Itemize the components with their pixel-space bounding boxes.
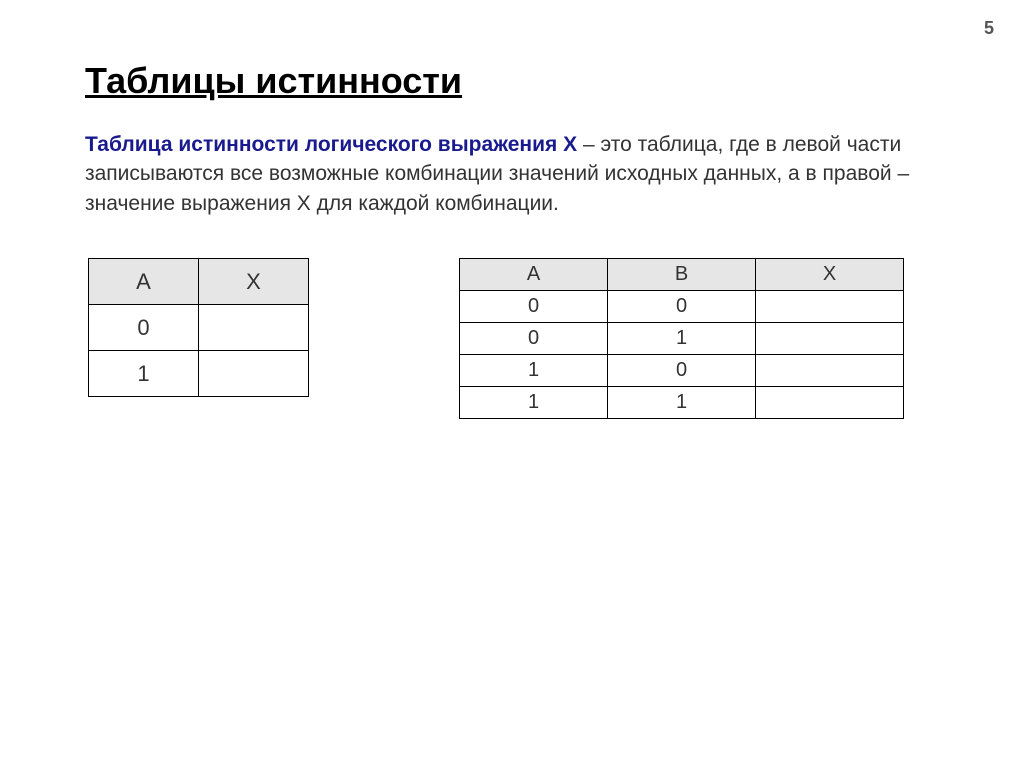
table-cell: [199, 351, 309, 397]
page-number: 5: [984, 18, 994, 39]
table-header-row: A B X: [460, 259, 904, 291]
page-title: Таблицы истинности: [85, 60, 939, 102]
table-row: 0: [89, 305, 309, 351]
tables-container: A X 0 1 A B X 0 0: [85, 258, 939, 419]
table-cell: [756, 291, 904, 323]
table-cell: 0: [89, 305, 199, 351]
table-cell: [756, 323, 904, 355]
table-row: 1 1: [460, 387, 904, 419]
table-header-cell: X: [199, 259, 309, 305]
table-row: 0 1: [460, 323, 904, 355]
table-cell: 1: [608, 387, 756, 419]
table-header-cell: X: [756, 259, 904, 291]
description-term: Таблица истинности логического выражения…: [85, 133, 577, 156]
table-cell: 0: [608, 291, 756, 323]
truth-table-two-variables: A B X 0 0 0 1 1 0 1 1: [459, 258, 904, 419]
table-cell: 1: [608, 323, 756, 355]
table-cell: 0: [460, 323, 608, 355]
table-row: 1 0: [460, 355, 904, 387]
table-cell: 1: [89, 351, 199, 397]
table-header-cell: B: [608, 259, 756, 291]
table-cell: 1: [460, 387, 608, 419]
table-header-row: A X: [89, 259, 309, 305]
table-cell: [756, 355, 904, 387]
truth-table-one-variable: A X 0 1: [88, 258, 309, 397]
table-cell: [756, 387, 904, 419]
table-row: 0 0: [460, 291, 904, 323]
table-cell: 1: [460, 355, 608, 387]
table-row: 1: [89, 351, 309, 397]
description: Таблица истинности логического выражения…: [85, 130, 939, 218]
table-cell: [199, 305, 309, 351]
table-header-cell: A: [89, 259, 199, 305]
table-cell: 0: [460, 291, 608, 323]
table-cell: 0: [608, 355, 756, 387]
table-header-cell: A: [460, 259, 608, 291]
